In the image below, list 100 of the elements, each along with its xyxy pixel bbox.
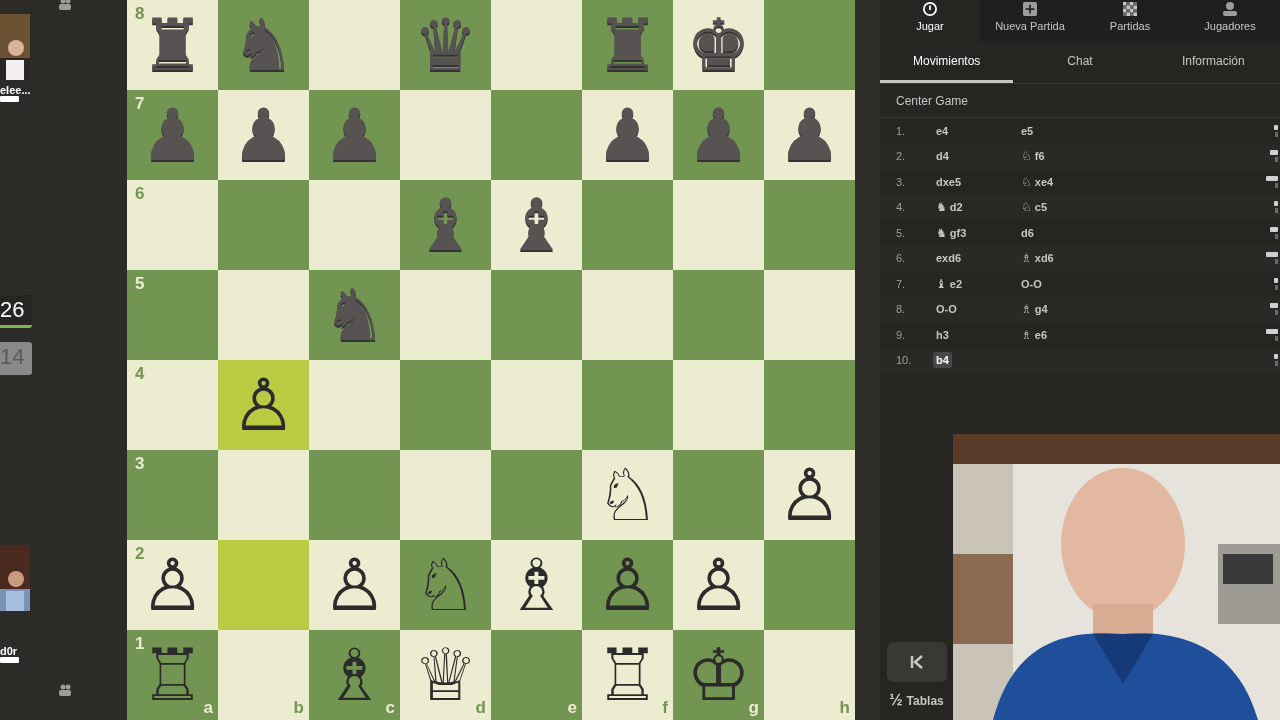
tab[interactable]: Movimientos [880, 42, 1014, 83]
board-square[interactable] [582, 270, 673, 360]
board-square[interactable] [218, 450, 309, 540]
board-square[interactable] [400, 270, 491, 360]
nav-button[interactable]: Jugar [880, 0, 980, 42]
file-label: f [662, 698, 668, 718]
chess-piece[interactable]: ♟ [595, 99, 660, 171]
move-number: 8. [896, 303, 907, 316]
board-square[interactable] [764, 0, 855, 90]
board-square[interactable] [582, 360, 673, 450]
board-square[interactable]: ♟ [764, 90, 855, 180]
file-label: b [293, 698, 304, 718]
board-square[interactable]: ♙ [218, 360, 309, 450]
nav-button[interactable]: Partidas [1080, 0, 1180, 42]
move[interactable]: e4 [933, 122, 952, 139]
board-square[interactable] [582, 180, 673, 270]
signal-icon [0, 96, 19, 102]
board-square[interactable] [764, 270, 855, 360]
first-move-button[interactable] [886, 642, 947, 682]
tab[interactable]: Chat [1013, 42, 1147, 83]
time-bar-drawing [1266, 175, 1278, 188]
move[interactable]: ♝ e2 [933, 274, 965, 293]
board-square[interactable] [309, 360, 400, 450]
chess-piece[interactable]: ♗ [322, 639, 387, 711]
move[interactable]: ♞ gf3 [933, 223, 970, 242]
rank-label: 7 [135, 94, 145, 114]
board-square[interactable]: ♟ [218, 90, 309, 180]
chess-piece[interactable]: ♟ [231, 99, 296, 171]
board-square[interactable] [673, 360, 764, 450]
users-icon[interactable] [58, 684, 72, 696]
board-square[interactable] [673, 180, 764, 270]
move[interactable]: ♗ xd6 [1018, 249, 1057, 268]
rank-label: 3 [135, 454, 145, 474]
move-number: 2. [896, 150, 907, 163]
board-square[interactable] [491, 450, 582, 540]
rank-label: 6 [135, 184, 145, 204]
chess-piece[interactable]: ♟ [777, 99, 842, 171]
board-square[interactable]: ♙ [673, 540, 764, 630]
board-square[interactable] [218, 540, 309, 630]
board-square[interactable] [400, 450, 491, 540]
move[interactable]: exd6 [933, 250, 965, 267]
chess-piece[interactable]: ♙ [686, 549, 751, 621]
move-number: 5. [896, 226, 907, 239]
board-square[interactable] [764, 540, 855, 630]
move-number: 6. [896, 252, 907, 265]
board-square[interactable]: ♙ [764, 450, 855, 540]
move[interactable]: h3 [933, 326, 952, 343]
draw-button[interactable]: ½ Tablas [883, 690, 950, 710]
move[interactable]: ♘ c5 [1018, 198, 1050, 217]
board-square[interactable] [764, 360, 855, 450]
signal-icon [0, 657, 19, 663]
nav-button[interactable]: Jugadores [1180, 0, 1280, 42]
chess-piece[interactable]: ♖ [595, 639, 660, 711]
move[interactable]: d4 [933, 148, 952, 165]
chess-piece[interactable]: ♙ [777, 459, 842, 531]
skip-back-icon [908, 654, 925, 670]
board-square[interactable] [309, 450, 400, 540]
move[interactable]: dxe5 [933, 173, 965, 190]
board-square[interactable] [491, 90, 582, 180]
tab[interactable]: Información [1146, 42, 1280, 83]
chess-piece[interactable]: ♙ [595, 549, 660, 621]
board-square[interactable] [218, 270, 309, 360]
board-square[interactable] [400, 90, 491, 180]
board-square[interactable]: ♗ [491, 540, 582, 630]
chess-piece[interactable]: ♗ [504, 549, 569, 621]
move[interactable]: ♘ xe4 [1018, 172, 1057, 191]
board-square[interactable] [491, 360, 582, 450]
move[interactable]: b4 [933, 352, 952, 369]
board-square[interactable] [673, 450, 764, 540]
chess-piece[interactable]: ♘ [413, 549, 478, 621]
move[interactable]: d6 [1018, 224, 1037, 241]
board-square[interactable] [309, 0, 400, 90]
move[interactable]: e5 [1018, 122, 1037, 139]
board-square[interactable] [764, 180, 855, 270]
board-square[interactable]: ♙ [582, 540, 673, 630]
move[interactable]: O-O [933, 301, 960, 318]
chess-piece[interactable]: ♙ [322, 549, 387, 621]
move[interactable]: O-O [1018, 275, 1045, 292]
board-square[interactable] [673, 270, 764, 360]
users-icon[interactable] [58, 0, 72, 10]
chess-piece[interactable]: ♙ [231, 369, 296, 441]
board-square[interactable]: ♘ [582, 450, 673, 540]
board-square[interactable] [218, 180, 309, 270]
board-square[interactable] [491, 0, 582, 90]
board-square[interactable]: ♘ [400, 540, 491, 630]
board-square[interactable]: ♙ [309, 540, 400, 630]
board-square[interactable]: ♟ [582, 90, 673, 180]
move[interactable]: ♞ d2 [933, 198, 966, 217]
board-square[interactable]: ♝ [491, 180, 582, 270]
board-square[interactable] [309, 180, 400, 270]
board-square[interactable] [400, 360, 491, 450]
nav-button[interactable]: Nueva Partida [980, 0, 1080, 42]
chess-piece[interactable]: ♝ [504, 189, 569, 261]
chess-piece[interactable]: ♘ [595, 459, 660, 531]
board-square[interactable]: ♚ [673, 0, 764, 90]
board-square[interactable] [491, 270, 582, 360]
move[interactable]: ♗ g4 [1018, 300, 1051, 319]
move[interactable]: ♘ f6 [1018, 147, 1048, 166]
chess-piece[interactable]: ♚ [686, 9, 751, 81]
move[interactable]: ♗ e6 [1018, 325, 1050, 344]
